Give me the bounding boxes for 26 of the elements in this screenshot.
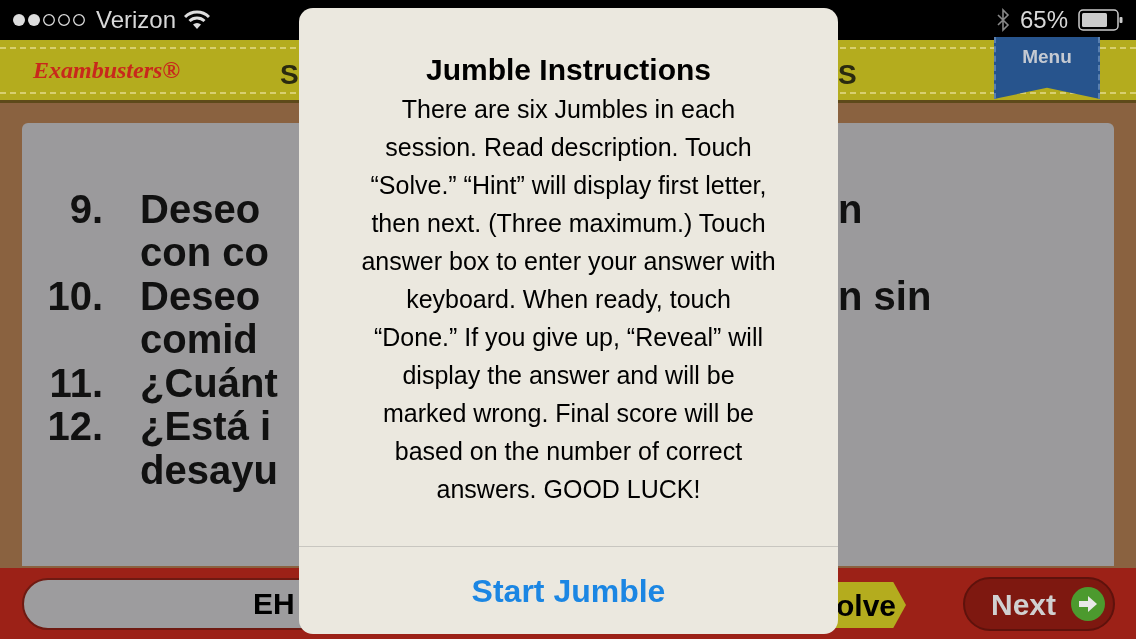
dialog-title: Jumble Instructions bbox=[425, 52, 711, 88]
item-number: 10. bbox=[46, 275, 103, 316]
dialog-message: There are six Jumbles in each session. Read description. Touch “Solve.” “Hint” will display first letter, then next. (Three maximum.) Touch answer box to enter your answer with keyboard. When ready, touch “Done.” If you give up, “Reveal” will display the answer and will be marked wrong. Final score will be based on the number of correct answers. GOOD LUCK! bbox=[361, 94, 776, 505]
item-number: 12. bbox=[46, 406, 103, 447]
question-text-fragment: con co bbox=[140, 232, 269, 273]
exambusters-logo: Exambusters® bbox=[33, 56, 181, 85]
battery-icon bbox=[1078, 9, 1124, 31]
item-number: 9. bbox=[68, 188, 103, 229]
question-text-fragment: Deseo bbox=[140, 275, 261, 316]
question-text-fragment: Deseo bbox=[140, 188, 261, 229]
carrier-name: Verizon bbox=[96, 5, 177, 35]
question-text-fragment: comid bbox=[140, 319, 258, 360]
next-button[interactable]: Next bbox=[963, 577, 1115, 631]
menu-button[interactable]: Menu bbox=[994, 37, 1100, 99]
item-number: 11. bbox=[48, 362, 103, 403]
bluetooth-icon bbox=[995, 8, 1010, 32]
header-title-fragment: S bbox=[838, 58, 857, 92]
question-text-fragment: ¿Está i bbox=[140, 406, 272, 447]
signal-strength-icon bbox=[12, 13, 88, 27]
question-text-fragment: n bbox=[838, 188, 863, 229]
question-text-fragment: desayu bbox=[140, 449, 278, 490]
question-text-fragment: ¿Cuánt bbox=[140, 362, 278, 403]
question-text-fragment: n sin bbox=[838, 275, 932, 316]
header-title-fragment: S bbox=[280, 58, 299, 92]
wifi-icon bbox=[184, 10, 211, 30]
battery-percentage: 65% bbox=[1019, 5, 1068, 35]
